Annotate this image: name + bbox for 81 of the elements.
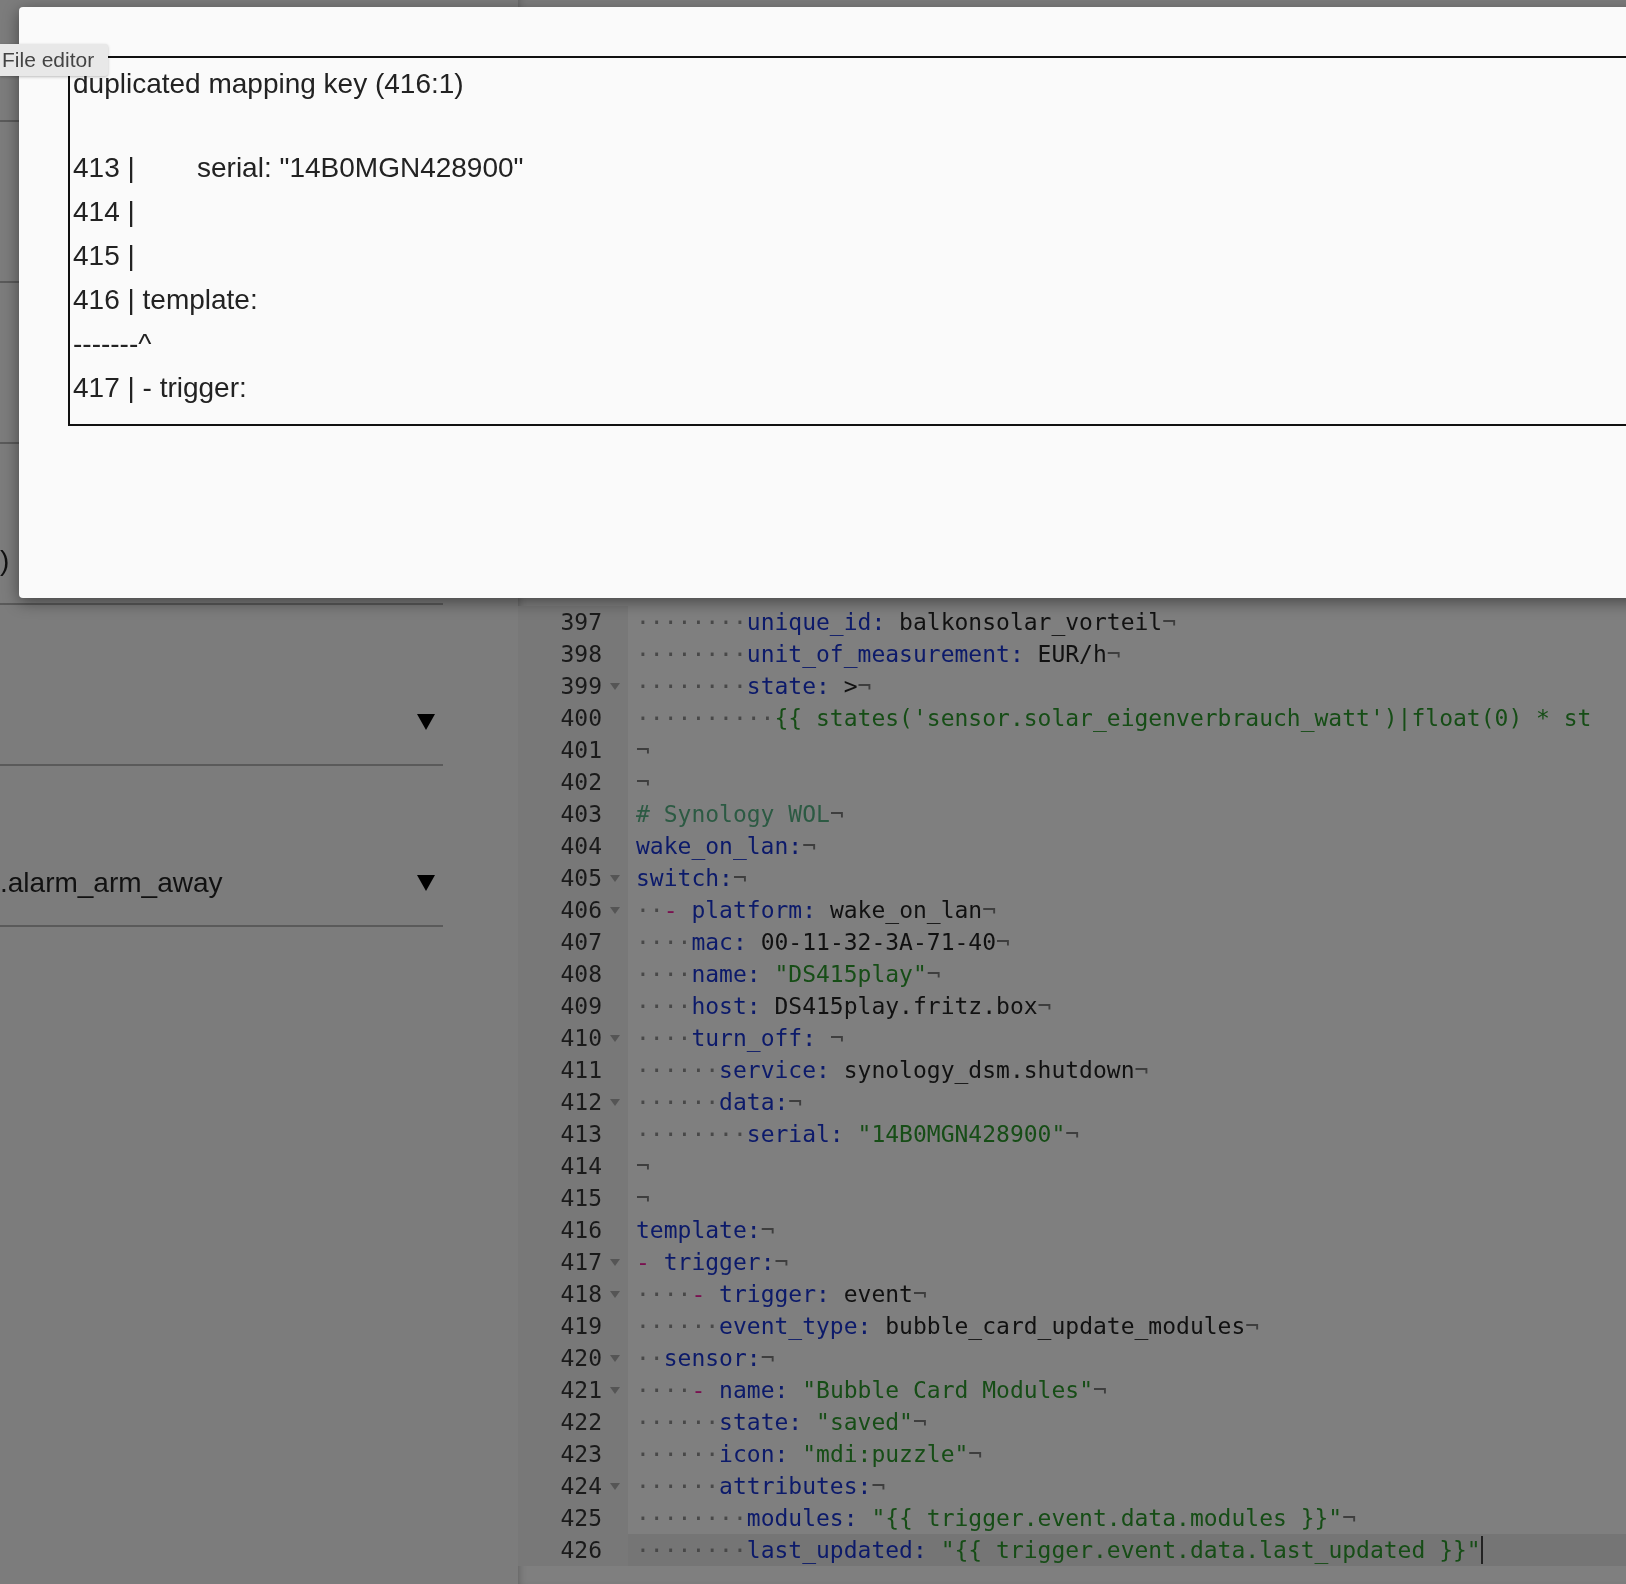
- error-text: 417 | - trigger:: [73, 372, 247, 403]
- code-line: ··sensor:¬: [635, 1345, 775, 1371]
- error-text: 414 |: [73, 196, 135, 227]
- line-number: 409: [560, 993, 602, 1019]
- line-number: 412: [560, 1089, 602, 1115]
- line-number: 405: [560, 865, 602, 891]
- code-line: ¬: [635, 1185, 650, 1211]
- dropdown-arrow-icon[interactable]: [417, 875, 435, 891]
- line-number: 424: [560, 1473, 602, 1499]
- fold-caret-icon[interactable]: [610, 1354, 620, 1362]
- line-number: 408: [560, 961, 602, 987]
- code-line: ········serial: "14B0MGN428900"¬: [635, 1121, 1080, 1147]
- code-line: ········modules: "{{ trigger.event.data.modules }}"¬: [635, 1505, 1357, 1531]
- fold-caret-icon[interactable]: [610, 1482, 620, 1490]
- fold-caret-icon[interactable]: [610, 1258, 620, 1266]
- code-line: ··- platform: wake_on_lan¬: [635, 897, 997, 923]
- field-value: .alarm_arm_away: [0, 867, 223, 899]
- code-line: switch:¬: [635, 865, 747, 891]
- line-number: 407: [560, 929, 602, 955]
- line-number: 413: [560, 1121, 602, 1147]
- line-number: 400: [560, 705, 602, 731]
- line-number: 403: [560, 801, 602, 827]
- line-number: 426: [560, 1537, 602, 1563]
- line-number: 411: [560, 1057, 602, 1083]
- fold-caret-icon[interactable]: [610, 906, 620, 914]
- code-line: ····host: DS415play.fritz.box¬: [635, 993, 1052, 1019]
- fold-caret-icon[interactable]: [610, 1098, 620, 1106]
- error-text: 416 | template:: [73, 284, 258, 315]
- line-number: 406: [560, 897, 602, 923]
- code-line: ¬: [635, 1153, 650, 1179]
- code-line: ········unit_of_measurement: EUR/h¬: [635, 641, 1121, 667]
- code-line: ¬: [635, 737, 650, 763]
- line-number: 398: [560, 641, 602, 667]
- fold-caret-icon[interactable]: [610, 874, 620, 882]
- line-number: 415: [560, 1185, 602, 1211]
- code-line: ······data:¬: [635, 1089, 803, 1115]
- code-line: ······service: synology_dsm.shutdown¬: [635, 1057, 1149, 1083]
- code-line: # Synology WOL¬: [635, 801, 844, 827]
- code-line: ····- name: "Bubble Card Modules"¬: [635, 1377, 1107, 1403]
- line-number: 399: [560, 673, 602, 699]
- fold-caret-icon[interactable]: [610, 1034, 620, 1042]
- line-number: 397: [560, 609, 602, 635]
- error-text: -------^: [73, 328, 152, 359]
- code-line: ····mac: 00-11-32-3A-71-40¬: [635, 929, 1010, 955]
- code-line: wake_on_lan:¬: [635, 833, 817, 859]
- code-line: ········last_updated: "{{ trigger.event.data.last_updated }}": [635, 1536, 1483, 1564]
- line-number: 404: [560, 833, 602, 859]
- line-number: 421: [560, 1377, 602, 1403]
- code-line: ······state: "saved"¬: [635, 1409, 927, 1435]
- code-line: ··········{{ states('sensor.solar_eigenverbrauch_watt')|float(0) * st: [635, 705, 1592, 731]
- dropdown-arrow-icon[interactable]: [417, 714, 435, 730]
- fold-caret-icon[interactable]: [610, 1386, 620, 1394]
- line-number: 418: [560, 1281, 602, 1307]
- code-line: ······attributes:¬: [635, 1473, 886, 1499]
- code-line: template:¬: [635, 1217, 775, 1243]
- fold-caret-icon[interactable]: [610, 1290, 620, 1298]
- line-number: 414: [560, 1153, 602, 1179]
- code-line: ····- trigger: event¬: [635, 1281, 927, 1307]
- code-line: - trigger:¬: [635, 1249, 789, 1275]
- tooltip: File editor: [0, 44, 109, 76]
- line-number: 401: [560, 737, 602, 763]
- fold-caret-icon[interactable]: [610, 682, 620, 690]
- error-text: 415 |: [73, 240, 135, 271]
- line-number: 422: [560, 1409, 602, 1435]
- code-line: ····turn_off: ¬: [635, 1025, 844, 1051]
- line-number: 416: [560, 1217, 602, 1243]
- error-text: 413 | serial: "14B0MGN428900": [73, 152, 524, 183]
- line-number: 425: [560, 1505, 602, 1531]
- code-line: ······event_type: bubble_card_update_modules¬: [635, 1313, 1260, 1339]
- line-number: 420: [560, 1345, 602, 1371]
- code-line: ······icon: "mdi:puzzle"¬: [635, 1441, 983, 1467]
- line-number: 417: [560, 1249, 602, 1275]
- line-number: 423: [560, 1441, 602, 1467]
- code-line: ¬: [635, 769, 650, 795]
- code-line: ········unique_id: balkonsolar_vorteil¬: [635, 609, 1177, 635]
- line-number: 402: [560, 769, 602, 795]
- code-line: ····name: "DS415play"¬: [635, 961, 941, 987]
- line-number: 419: [560, 1313, 602, 1339]
- line-number: 410: [560, 1025, 602, 1051]
- code-line: ········state: >¬: [635, 673, 872, 699]
- field-value: ): [0, 545, 10, 577]
